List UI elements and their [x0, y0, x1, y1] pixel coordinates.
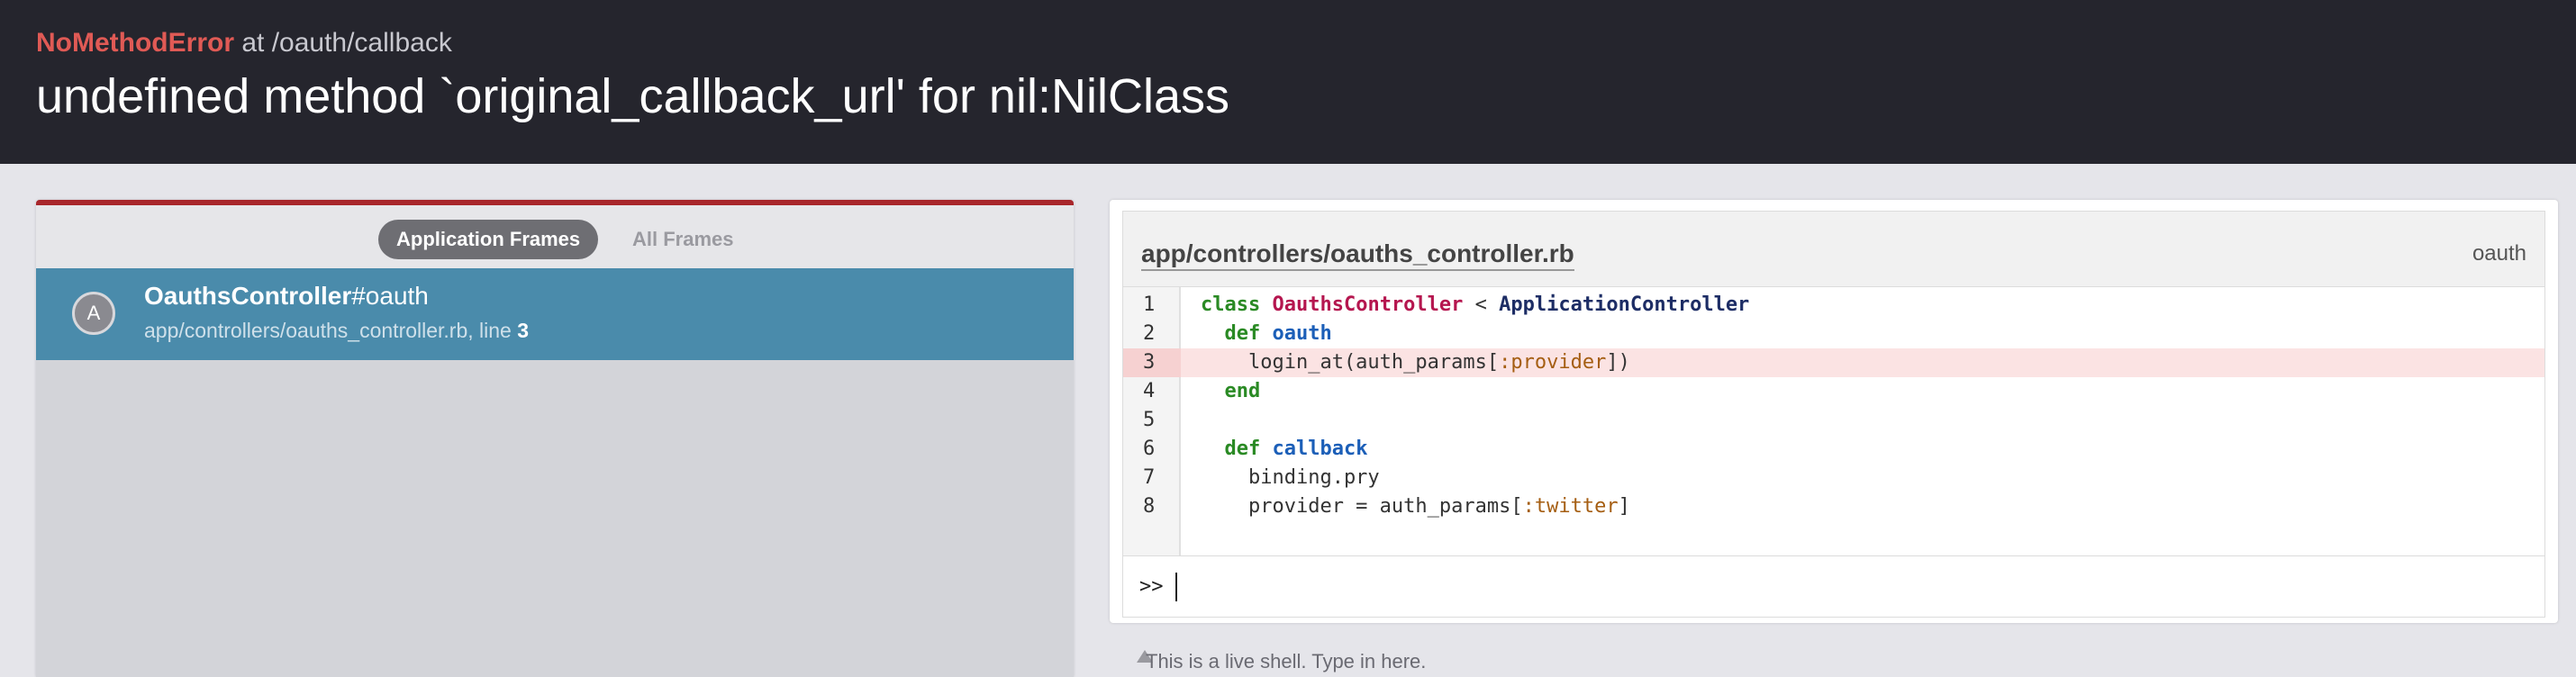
code-token: ApplicationController — [1499, 293, 1750, 316]
frame-line-number: 3 — [517, 319, 530, 342]
code-token: def — [1224, 438, 1273, 460]
tab-all-frames[interactable]: All Frames — [632, 220, 734, 259]
frames-panel: Application Frames All Frames A OauthsCo… — [36, 200, 1074, 677]
code-token: < — [1463, 293, 1500, 316]
frame-class-name: OauthsController — [144, 282, 352, 310]
code-token: class — [1201, 293, 1273, 316]
code-token: ]) — [1606, 351, 1630, 374]
code-line: 1 class OauthsController < ApplicationCon… — [1123, 291, 2544, 320]
error-header: NoMethodError at /oauth/callback undefin… — [0, 0, 2576, 164]
code-token: callback — [1272, 438, 1368, 460]
console-prompt: >> — [1139, 575, 1164, 598]
file-header: app/controllers/oauths_controller.rb oau… — [1123, 212, 2544, 287]
code-token: :twitter — [1522, 495, 1619, 518]
console-repl: >> — [1122, 556, 2545, 618]
console-hint: This is a live shell. Type in here. — [1146, 650, 1427, 672]
code-line: 7 binding.pry — [1123, 464, 2544, 492]
error-location-line: NoMethodError at /oauth/callback — [36, 25, 452, 61]
code-box: app/controllers/oauths_controller.rb oau… — [1122, 211, 2545, 556]
frame-path: app/controllers/oauths_controller.rb, li… — [144, 317, 529, 344]
code-text: end — [1201, 377, 1261, 406]
line-number: 5 — [1143, 409, 1156, 431]
code-line: 4 end — [1123, 377, 2544, 406]
frame-file-path: app/controllers/oauths_controller.rb, li… — [144, 319, 518, 342]
line-number: 2 — [1143, 322, 1156, 345]
code-token: ] — [1618, 495, 1630, 518]
code-panel: app/controllers/oauths_controller.rb oau… — [1110, 200, 2558, 623]
code-line: 5 — [1123, 406, 2544, 435]
frame-item[interactable]: A OauthsController#oauth app/controllers… — [36, 268, 1074, 360]
code-token: binding.pry — [1201, 466, 1380, 489]
console-input[interactable] — [1174, 571, 2525, 603]
code-token: provider = auth_params[ — [1201, 495, 1523, 518]
code-text: login_at(auth_params[:provider]) — [1201, 348, 1630, 377]
code-line: 2 def oauth — [1123, 320, 2544, 348]
code-text: binding.pry — [1201, 464, 1380, 492]
frames-tabs: Application Frames All Frames — [36, 205, 1074, 268]
code-listing: 1 class OauthsController < ApplicationCon… — [1123, 287, 2544, 555]
error-message: undefined method `original_callback_url'… — [36, 69, 1229, 123]
file-name-link[interactable]: app/controllers/oauths_controller.rb — [1141, 239, 1574, 271]
code-text: class OauthsController < ApplicationCont… — [1201, 291, 1749, 320]
code-token: def — [1224, 322, 1273, 345]
code-text: def oauth — [1201, 320, 1332, 348]
code-token: OauthsController — [1272, 293, 1464, 316]
error-class: NoMethodError — [36, 28, 234, 58]
code-token: login_at(auth_params[ — [1201, 351, 1500, 374]
line-number: 1 — [1143, 293, 1156, 316]
code-line: 6 def callback — [1123, 435, 2544, 464]
code-token: end — [1224, 380, 1261, 402]
line-number: 3 — [1123, 348, 1181, 377]
frame-app-badge: A — [72, 292, 115, 335]
code-token: :provider — [1499, 351, 1607, 374]
line-number: 6 — [1143, 438, 1156, 460]
frame-method-name: #oauth — [351, 282, 429, 310]
file-method-name: oauth — [2472, 241, 2526, 266]
frame-title: OauthsController#oauth — [144, 279, 429, 313]
code-text: def callback — [1201, 435, 1368, 464]
line-number: 7 — [1143, 466, 1156, 489]
line-number: 4 — [1143, 380, 1156, 402]
error-location: at /oauth/callback — [234, 28, 452, 58]
tab-application-frames[interactable]: Application Frames — [378, 220, 599, 259]
code-text: provider = auth_params[:twitter] — [1201, 492, 1630, 521]
code-token: oauth — [1272, 322, 1332, 345]
line-number: 8 — [1143, 495, 1156, 518]
code-line: 3 login_at(auth_params[:provider]) — [1123, 348, 2544, 377]
code-line: 8 provider = auth_params[:twitter] — [1123, 492, 2544, 521]
